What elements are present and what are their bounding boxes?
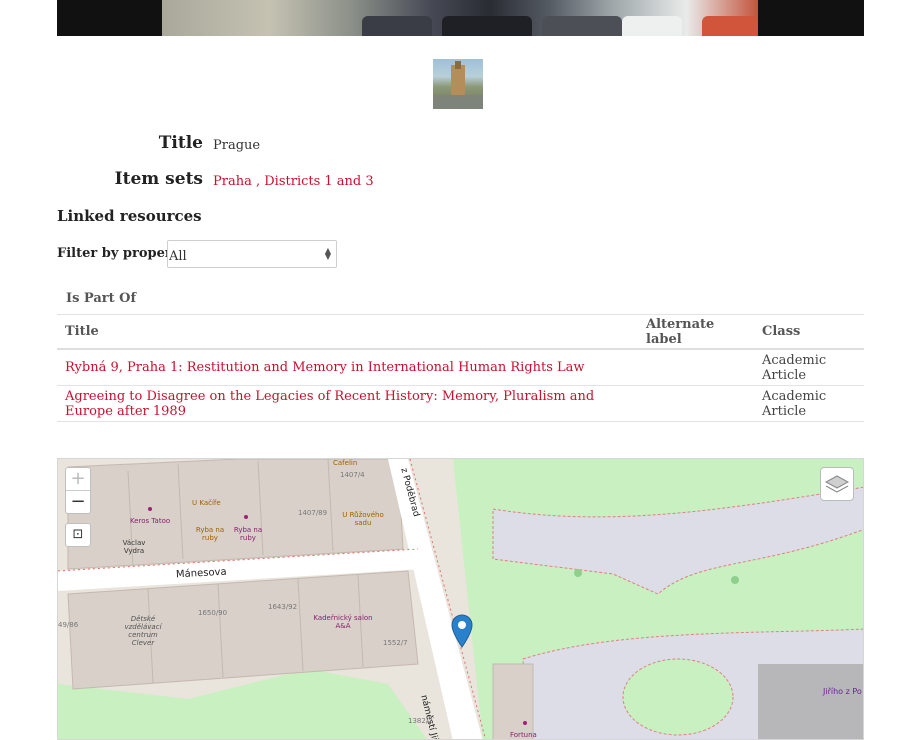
- col-title: Title: [57, 314, 638, 350]
- house-number: 1643/92: [268, 603, 298, 611]
- itemset-link-praha[interactable]: Praha: [213, 174, 252, 189]
- poi-label: Cafelin: [333, 459, 358, 467]
- zoom-out-button[interactable]: −: [66, 490, 90, 513]
- house-number: 49/86: [58, 621, 79, 629]
- layers-button[interactable]: [820, 467, 854, 501]
- house-number: 1650/90: [198, 609, 228, 617]
- itemset-link-districts[interactable]: Districts 1 and 3: [264, 174, 373, 189]
- poi-label: Keros Tatoo: [130, 517, 171, 525]
- alt-label-cell: [638, 349, 754, 386]
- map-marker-icon[interactable]: [451, 614, 473, 648]
- poi-label: Dětské vzdělávací centrum Clever: [124, 615, 162, 647]
- class-cell: Academic Article: [754, 385, 864, 422]
- zoom-control: + −: [65, 467, 91, 514]
- media-thumbnail[interactable]: [433, 59, 483, 109]
- map[interactable]: Mánesova náměstí Jiřího z P z Poděbrad U…: [57, 458, 864, 740]
- zoom-in-button[interactable]: +: [66, 468, 90, 490]
- map-tiles: [58, 459, 863, 739]
- title-label: Title: [158, 133, 203, 153]
- resource-link[interactable]: Rybná 9, Praha 1: Restitution and Memory…: [65, 360, 585, 375]
- resource-link[interactable]: Agreeing to Disagree on the Legacies of …: [65, 389, 594, 419]
- linked-resources-table: Title Alternate label Class Rybná 9, Pra…: [57, 314, 864, 422]
- col-class: Class: [754, 314, 864, 350]
- linked-resources-heading: Linked resources: [57, 207, 202, 225]
- poi-label: Fortuna: [510, 731, 537, 739]
- street-photo: [162, 0, 758, 36]
- filter-property-select[interactable]: All ▲ ▼: [167, 240, 337, 268]
- poi-label: Kadeřnický salon A&A: [313, 614, 373, 630]
- col-alternate-label: Alternate label: [638, 314, 754, 350]
- poi-label: Ryba na ruby: [195, 526, 225, 542]
- title-value: Prague: [213, 138, 261, 153]
- class-cell: Academic Article: [754, 349, 864, 386]
- house-number: 1552/7: [383, 639, 408, 647]
- poi-label: Jiřího z Po: [823, 687, 862, 696]
- relation-group-label: Is Part Of: [66, 291, 137, 306]
- table-header-row: Title Alternate label Class: [57, 314, 864, 350]
- poi-label: Václav Vydra: [122, 539, 146, 555]
- table-row: Agreeing to Disagree on the Legacies of …: [57, 385, 864, 422]
- itemsets-label: Item sets: [114, 169, 203, 189]
- poi-label: U Růžového sadu: [342, 511, 384, 527]
- table-row: Rybná 9, Praha 1: Restitution and Memory…: [57, 349, 864, 386]
- poi-label: Ryba na ruby: [233, 526, 263, 542]
- poi-label: U Kačífe: [192, 499, 221, 507]
- itemsets-value: Praha , Districts 1 and 3: [213, 174, 374, 189]
- layers-icon: [824, 475, 850, 493]
- fullscreen-button[interactable]: ⊡: [65, 523, 91, 547]
- alt-label-cell: [638, 385, 754, 422]
- select-arrows-icon: ▲ ▼: [324, 246, 331, 261]
- filter-select-value: All: [169, 249, 187, 264]
- house-number: 1407/4: [340, 471, 365, 479]
- media-viewer[interactable]: [57, 0, 864, 36]
- house-number: 1382/2: [408, 717, 433, 725]
- house-number: 1407/89: [298, 509, 328, 517]
- itemset-separator: ,: [251, 174, 265, 189]
